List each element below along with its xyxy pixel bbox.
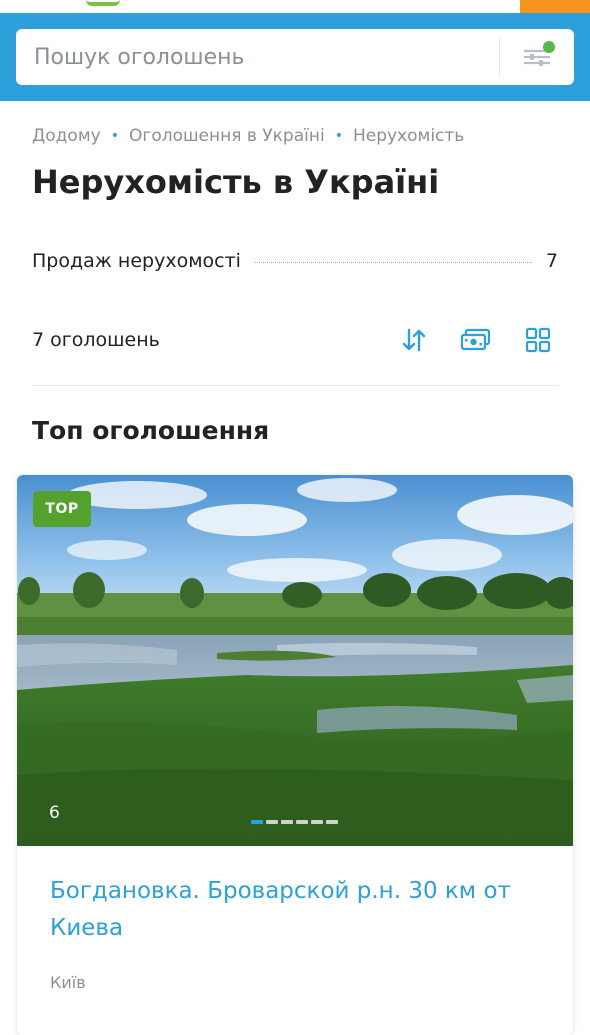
- photo-pager-dot[interactable]: [251, 820, 263, 824]
- price-view-button[interactable]: [456, 320, 496, 360]
- price-view-icon: [460, 328, 491, 351]
- photo-pager-dot[interactable]: [281, 820, 293, 824]
- section-title: Топ оголошення: [32, 416, 270, 445]
- photo-count: 6: [49, 803, 60, 823]
- breadcrumb-ads-ukraine[interactable]: Оголошення в Україні: [129, 126, 325, 146]
- top-badge: TOP: [33, 491, 91, 527]
- photo-pager-dot[interactable]: [296, 820, 308, 824]
- photo-pager: [251, 820, 338, 824]
- photo-pager-dot[interactable]: [326, 820, 338, 824]
- photo-pager-dot[interactable]: [266, 820, 278, 824]
- search-bar: [0, 13, 590, 101]
- divider: [32, 385, 558, 386]
- filter-button[interactable]: [500, 29, 574, 85]
- listing-city: Київ: [50, 973, 86, 992]
- page-title: Нерухомість в Україні: [32, 163, 440, 201]
- logo[interactable]: [86, 0, 120, 6]
- featured-listing-card[interactable]: TOP 6 Богдановка. Броварской р.н. 30 км …: [17, 475, 573, 1035]
- category-leader-dots: [254, 262, 532, 263]
- breadcrumb-separator: •: [110, 128, 119, 144]
- breadcrumb-separator: •: [334, 128, 343, 144]
- grid-view-icon: [525, 327, 551, 353]
- sort-icon: [402, 328, 426, 352]
- search-input[interactable]: [16, 29, 499, 85]
- grid-view-button[interactable]: [518, 320, 558, 360]
- breadcrumb: Додому • Оголошення в Україні • Нерухомі…: [32, 126, 464, 146]
- listing-photo-image: [17, 475, 573, 846]
- listing-title[interactable]: Богдановка. Броварской р.н. 30 км от Кие…: [50, 873, 530, 947]
- category-label: Продаж нерухомості: [32, 250, 241, 272]
- breadcrumb-real-estate[interactable]: Нерухомість: [353, 126, 464, 146]
- listing-photo[interactable]: TOP 6: [17, 475, 573, 846]
- post-ad-button[interactable]: [520, 0, 590, 13]
- results-toolbar: 7 оголошень: [32, 320, 558, 360]
- photo-pager-dot[interactable]: [311, 820, 323, 824]
- listing-count: 7 оголошень: [32, 329, 160, 351]
- top-app-strip: [0, 0, 590, 13]
- search-box: [16, 29, 574, 85]
- breadcrumb-home[interactable]: Додому: [32, 126, 101, 146]
- sort-button[interactable]: [394, 320, 434, 360]
- category-link-sale[interactable]: Продаж нерухомості 7: [32, 250, 558, 280]
- category-count: 7: [545, 250, 558, 272]
- filter-active-indicator: [543, 41, 555, 53]
